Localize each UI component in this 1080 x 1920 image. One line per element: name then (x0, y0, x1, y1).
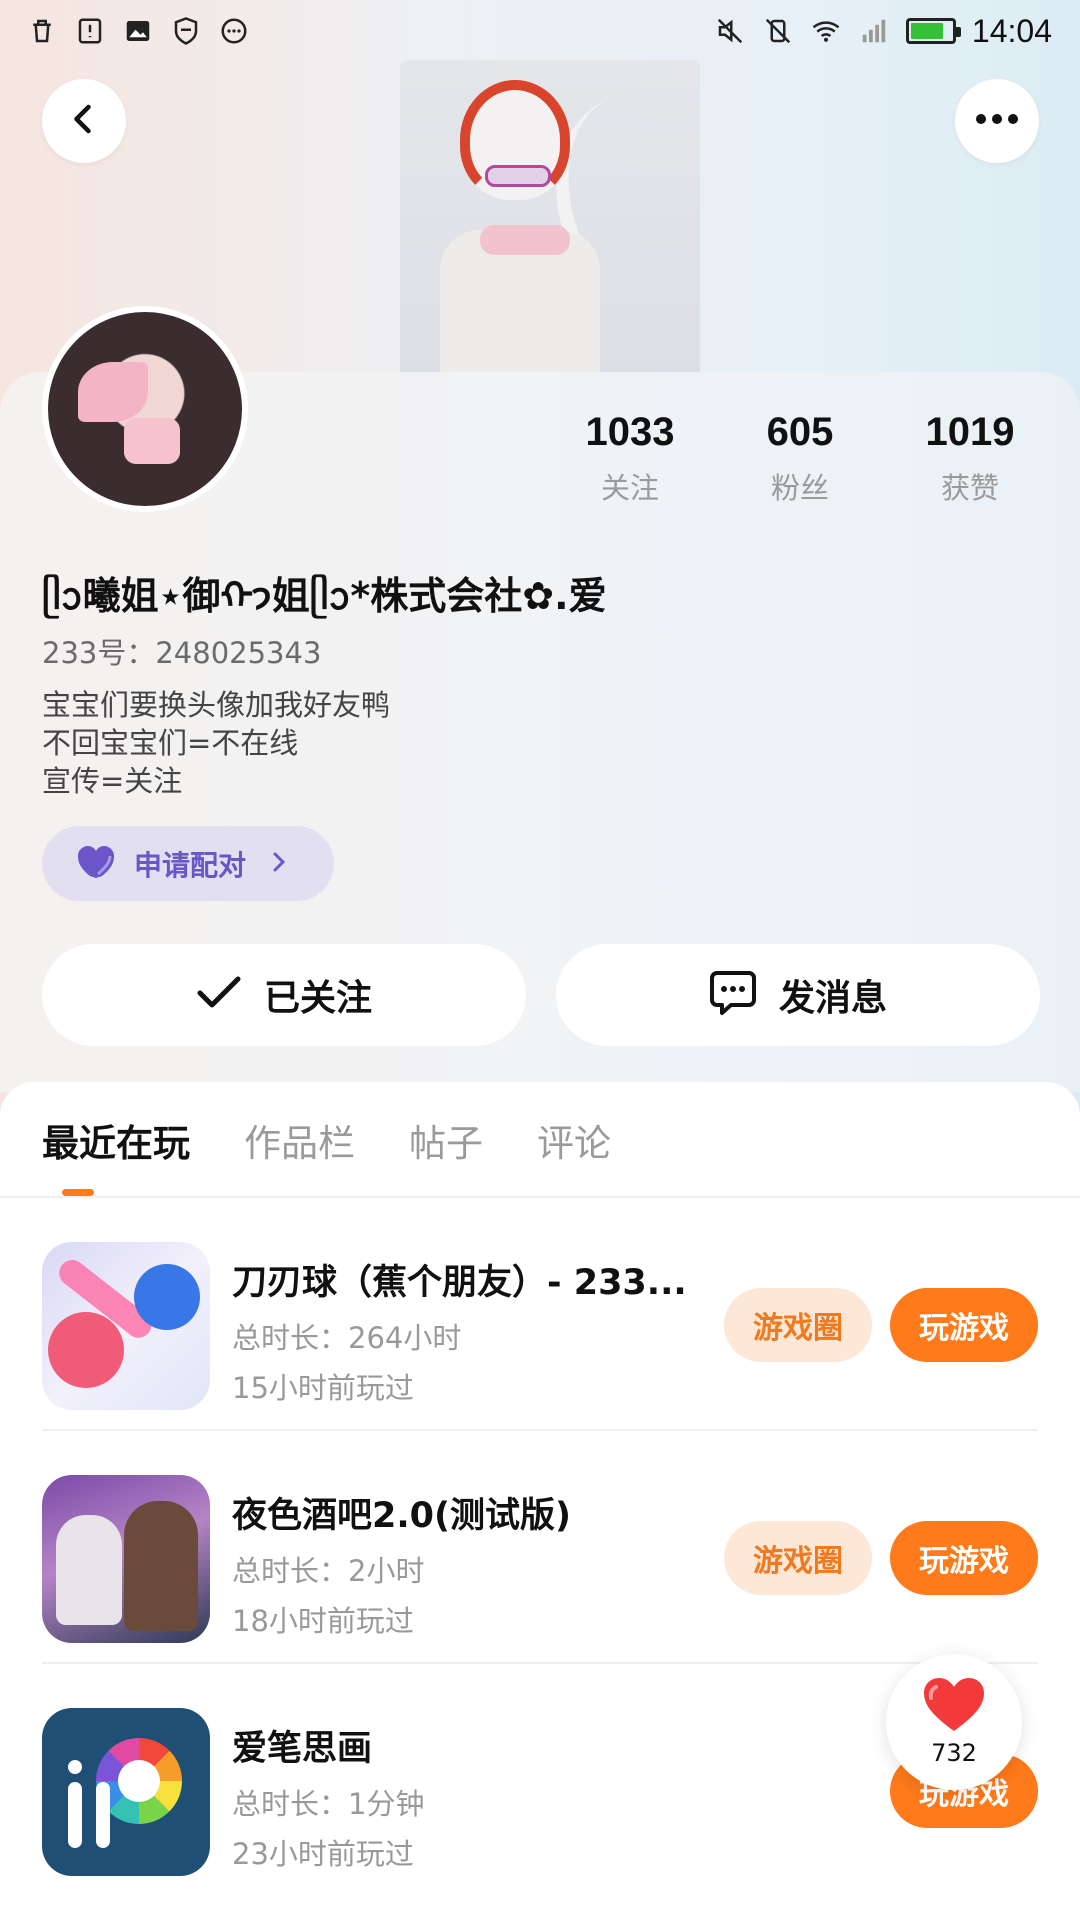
game-duration: 总时长：2小时 (232, 1554, 425, 1588)
tab-indicator (62, 1189, 94, 1196)
game-icon[interactable] (42, 1475, 210, 1643)
game-list: 刀刃球（蕉个朋友）- 233... 总时长：264小时 15小时前玩过 游戏圈 … (42, 1198, 1038, 1897)
heart-pair-icon (78, 845, 116, 882)
profile-bio: 宝宝们要换头像加我好友鸭 不回宝宝们=不在线 宣传=关注 (42, 686, 390, 800)
bio-line: 宣传=关注 (42, 764, 183, 798)
icon-figure-right (124, 1501, 198, 1631)
stat-label: 获赞 (940, 471, 999, 505)
game-info: 爱笔思画 总时长：1分钟 23小时前玩过 (232, 1720, 424, 1873)
icon-letter-dot (68, 1760, 82, 1774)
trash-icon (26, 15, 58, 47)
tab-comments[interactable]: 评论 (537, 1113, 611, 1167)
status-right: 14:04 (714, 13, 1052, 50)
chevron-right-icon (270, 847, 288, 880)
profile-stats: 1033 关注 605 粉丝 1019 获赞 (560, 410, 1040, 507)
hero-glasses (485, 165, 551, 187)
icon-ball-pink (48, 1312, 124, 1388)
account-id: 233号：248025343 (42, 636, 322, 670)
game-last-played: 23小时前玩过 (232, 1837, 414, 1871)
icon-figure-left (56, 1515, 122, 1625)
stat-label: 关注 (600, 471, 659, 505)
game-title: 刀刃球（蕉个朋友）- 233... (232, 1263, 687, 1303)
back-button[interactable] (42, 79, 126, 163)
tab-bar: 最近在玩 作品栏 帖子 评论 (42, 1082, 611, 1197)
battery-icon (905, 18, 961, 44)
game-circle-button[interactable]: 游戏圈 (724, 1521, 872, 1595)
bio-line: 宝宝们要换头像加我好友鸭 (42, 688, 391, 722)
wifi-icon (810, 15, 842, 47)
floating-like-button[interactable]: 732 (886, 1654, 1022, 1790)
list-item[interactable]: 爱笔思画 总时长：1分钟 23小时前玩过 玩游戏 (42, 1664, 1038, 1897)
shield-icon (170, 15, 202, 47)
tab-posts[interactable]: 帖子 (409, 1113, 483, 1167)
avatar[interactable] (42, 306, 248, 512)
more-horizontal-icon (973, 111, 1021, 131)
pair-request-label: 申请配对 (134, 848, 247, 882)
like-count: 732 (931, 1739, 977, 1767)
pair-request-button[interactable]: 申请配对 (42, 826, 334, 901)
game-title: 夜色酒吧2.0(测试版) (232, 1496, 571, 1536)
status-bar: 14:04 (0, 0, 1080, 62)
chat-bubble-icon (709, 970, 757, 1020)
game-last-played: 15小时前玩过 (232, 1371, 414, 1405)
play-game-button[interactable]: 玩游戏 (890, 1521, 1038, 1595)
signal-icon (858, 15, 890, 47)
image-icon (122, 15, 154, 47)
game-title: 爱笔思画 (232, 1729, 373, 1769)
tab-recent[interactable]: 最近在玩 (42, 1113, 190, 1167)
status-left (26, 15, 250, 47)
alert-icon (74, 15, 106, 47)
hero-character-art (400, 60, 700, 380)
bio-line: 不回宝宝们=不在线 (42, 726, 299, 760)
game-last-played: 18小时前玩过 (232, 1604, 414, 1638)
more-circle-icon (218, 15, 250, 47)
message-label: 发消息 (778, 978, 887, 1019)
avatar-mask (124, 418, 180, 464)
follow-label: 已关注 (263, 978, 372, 1019)
list-item[interactable]: 刀刃球（蕉个朋友）- 233... 总时长：264小时 15小时前玩过 游戏圈 … (42, 1198, 1038, 1431)
heart-icon (922, 1677, 986, 1737)
icon-letter-p-stem (96, 1782, 110, 1848)
stat-label: 粉丝 (770, 471, 829, 505)
clock: 14:04 (971, 12, 1052, 49)
hero-scarf (480, 225, 570, 255)
battery-fill (910, 23, 943, 39)
list-item[interactable]: 夜色酒吧2.0(测试版) 总时长：2小时 18小时前玩过 游戏圈 玩游戏 (42, 1431, 1038, 1664)
vibrate-off-icon (762, 15, 794, 47)
avatar-bow (78, 362, 148, 422)
mute-icon (714, 15, 746, 47)
tab-works[interactable]: 作品栏 (244, 1113, 355, 1167)
game-duration: 总时长：264小时 (232, 1321, 462, 1355)
stat-followers[interactable]: 605 粉丝 (730, 410, 870, 507)
play-game-button[interactable]: 玩游戏 (890, 1288, 1038, 1362)
profile-nickname: ᥫᩣ曦姐⋆御ᡣ𐭩姐ᥫᩣ*株式会社✿.爱 (42, 574, 607, 618)
follow-button[interactable]: 已关注 (42, 944, 526, 1046)
game-info: 刀刃球（蕉个朋友）- 233... 总时长：264小时 15小时前玩过 (232, 1254, 687, 1407)
more-button[interactable] (955, 79, 1039, 163)
game-icon[interactable] (42, 1242, 210, 1410)
game-circle-button[interactable]: 游戏圈 (724, 1288, 872, 1362)
icon-ball-blue (134, 1264, 200, 1330)
stat-value: 605 (766, 410, 834, 454)
stat-value: 1019 (925, 410, 1015, 454)
message-button[interactable]: 发消息 (556, 944, 1040, 1046)
game-duration: 总时长：1分钟 (232, 1787, 425, 1821)
chevron-left-icon (66, 101, 102, 141)
game-info: 夜色酒吧2.0(测试版) 总时长：2小时 18小时前玩过 (232, 1487, 571, 1640)
check-icon (196, 975, 242, 1015)
content-section: 最近在玩 作品栏 帖子 评论 刀刃球（蕉个朋友）- 233... 总时长：264… (0, 1082, 1080, 1920)
stat-likes[interactable]: 1019 获赞 (900, 410, 1040, 507)
icon-letter-i (68, 1782, 82, 1848)
stat-value: 1033 (585, 410, 675, 454)
stat-following[interactable]: 1033 关注 (560, 410, 700, 507)
game-icon[interactable] (42, 1708, 210, 1876)
